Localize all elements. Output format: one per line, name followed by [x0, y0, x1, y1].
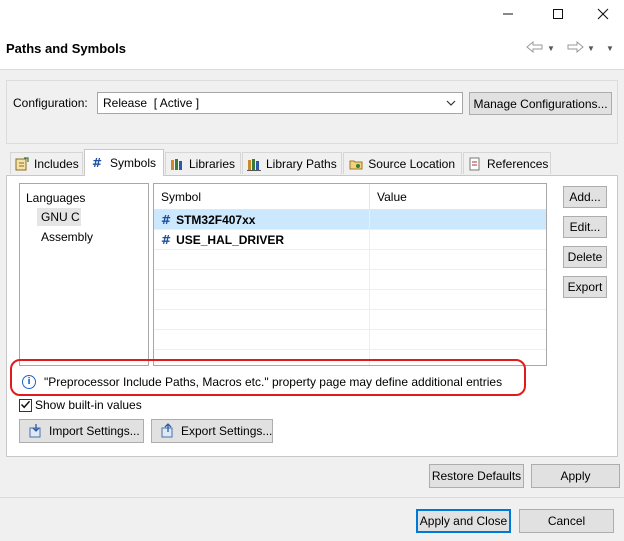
table-row[interactable]: # STM32F407xx: [154, 210, 546, 230]
minimize-icon: [502, 8, 514, 23]
export-button[interactable]: Export: [563, 276, 607, 298]
symbols-table[interactable]: Symbol Value # STM32F407xx # USE_HAL_DRI…: [153, 183, 547, 366]
tab-includes[interactable]: Includes: [10, 152, 83, 174]
view-menu-button[interactable]: ▼: [606, 38, 614, 58]
library-paths-icon: [247, 156, 261, 172]
tab-label: Includes: [34, 156, 79, 171]
tab-label: Libraries: [189, 156, 236, 171]
tab-references[interactable]: References: [463, 152, 551, 174]
tab-library-paths[interactable]: Library Paths: [242, 152, 342, 174]
symbol-cell: # STM32F407xx: [154, 210, 369, 230]
value-cell: [370, 210, 546, 230]
highlight-annotation: [10, 359, 526, 396]
includes-icon: [15, 156, 29, 172]
column-header-value[interactable]: Value: [370, 184, 546, 210]
tab-libraries[interactable]: Libraries: [165, 152, 241, 174]
close-icon: [597, 8, 609, 23]
restore-defaults-button[interactable]: Restore Defaults: [429, 464, 524, 488]
hash-icon: #: [161, 233, 172, 247]
symbol-name: STM32F407xx: [176, 213, 256, 227]
empty-row: [154, 250, 546, 270]
libraries-icon: [170, 156, 184, 172]
tab-symbols[interactable]: # Symbols: [84, 149, 164, 176]
language-item-assembly[interactable]: Assembly: [41, 230, 93, 244]
tab-label: Source Location: [368, 156, 455, 171]
source-location-icon: [348, 156, 363, 172]
tab-label: Symbols: [110, 156, 157, 170]
delete-button[interactable]: Delete: [563, 246, 607, 268]
button-label: Import Settings...: [49, 424, 140, 438]
chevron-down-icon: ▼: [547, 43, 555, 53]
symbol-cell: # USE_HAL_DRIVER: [154, 230, 369, 250]
hash-icon: #: [91, 156, 103, 170]
add-button[interactable]: Add...: [563, 186, 607, 208]
back-arrow-icon: [526, 40, 544, 56]
button-label: Export Settings...: [181, 424, 273, 438]
empty-row: [154, 290, 546, 310]
forward-arrow-icon: [566, 40, 584, 56]
empty-row: [154, 330, 546, 350]
references-icon: [468, 156, 482, 172]
chevron-down-icon: ▼: [587, 43, 595, 53]
import-settings-button[interactable]: Import Settings...: [19, 419, 144, 443]
forward-nav-button[interactable]: ▼: [566, 38, 595, 58]
show-builtin-checkbox[interactable]: [19, 399, 32, 412]
languages-header: Languages: [26, 191, 86, 205]
tab-label: Library Paths: [266, 156, 337, 171]
table-row[interactable]: # USE_HAL_DRIVER: [154, 230, 546, 250]
maximize-icon: [552, 8, 564, 23]
apply-and-close-button[interactable]: Apply and Close: [416, 509, 511, 533]
show-builtin-label[interactable]: Show built-in values: [35, 398, 142, 412]
configuration-combo[interactable]: Release [ Active ]: [97, 92, 463, 114]
view-menu-icon: ▼: [606, 43, 614, 53]
language-label: GNU C: [41, 210, 80, 224]
language-item-gnu-c[interactable]: GNU C: [37, 208, 81, 226]
cancel-button[interactable]: Cancel: [519, 509, 614, 533]
footer-separator: [0, 497, 624, 498]
back-nav-button[interactable]: ▼: [526, 38, 555, 58]
value-cell: [370, 230, 546, 250]
tab-label: References: [487, 156, 549, 171]
apply-button[interactable]: Apply: [531, 464, 620, 488]
empty-row: [154, 310, 546, 330]
tab-source-location[interactable]: Source Location: [343, 152, 462, 174]
manage-configurations-button[interactable]: Manage Configurations...: [469, 92, 612, 115]
page-title: Paths and Symbols: [6, 41, 126, 56]
export-settings-button[interactable]: Export Settings...: [151, 419, 273, 443]
empty-row: [154, 270, 546, 290]
maximize-button[interactable]: [535, 0, 581, 30]
chevron-down-icon: [445, 96, 457, 110]
check-icon: [20, 399, 31, 413]
configuration-value: Release [ Active ]: [103, 96, 200, 110]
column-header-symbol[interactable]: Symbol: [154, 184, 369, 210]
column-divider: [369, 210, 370, 365]
export-icon: [160, 423, 176, 439]
close-window-button[interactable]: [580, 0, 624, 30]
minimize-button[interactable]: [485, 0, 531, 30]
import-icon: [28, 423, 44, 439]
hash-icon: #: [161, 213, 172, 227]
symbol-name: USE_HAL_DRIVER: [176, 233, 285, 247]
configuration-label: Configuration:: [13, 96, 88, 110]
edit-button[interactable]: Edit...: [563, 216, 607, 238]
